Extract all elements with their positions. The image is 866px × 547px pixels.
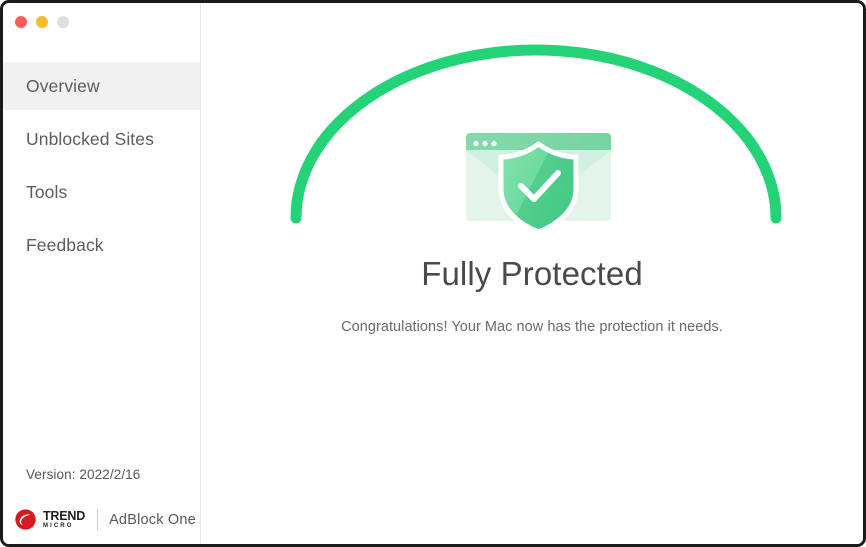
status-subtitle: Congratulations! Your Mac now has the pr… [201, 319, 863, 335]
app-window: Overview Unblocked Sites Tools Feedback … [0, 0, 866, 547]
version-label: Version: 2022/2/16 [26, 467, 140, 482]
close-window-button[interactable] [15, 16, 27, 28]
sidebar-item-tools[interactable]: Tools [3, 168, 200, 216]
sidebar-item-feedback[interactable]: Feedback [3, 221, 200, 269]
trend-micro-logo-icon [15, 509, 36, 530]
brand-footer: TREND MICRO AdBlock One [15, 509, 196, 530]
status-title: Fully Protected [201, 255, 863, 293]
sidebar-nav: Overview Unblocked Sites Tools Feedback [3, 62, 200, 269]
trend-micro-wordmark: TREND MICRO [43, 510, 85, 530]
sidebar-item-overview[interactable]: Overview [3, 62, 200, 110]
protection-illustration [201, 3, 861, 253]
brand-divider [97, 509, 98, 530]
window-controls [15, 16, 69, 28]
sidebar-item-unblocked-sites[interactable]: Unblocked Sites [3, 115, 200, 163]
sidebar: Overview Unblocked Sites Tools Feedback … [3, 3, 201, 544]
sidebar-item-label: Overview [26, 76, 100, 97]
zoom-window-button[interactable] [57, 16, 69, 28]
brand-company-line2: MICRO [43, 523, 85, 529]
brand-product-name: AdBlock One [109, 512, 196, 528]
brand-company-line1: TREND [43, 510, 85, 523]
sidebar-item-label: Unblocked Sites [26, 129, 154, 150]
sidebar-item-label: Tools [26, 182, 67, 203]
sidebar-item-label: Feedback [26, 235, 104, 256]
minimize-window-button[interactable] [36, 16, 48, 28]
main-content: Fully Protected Congratulations! Your Ma… [201, 3, 863, 544]
